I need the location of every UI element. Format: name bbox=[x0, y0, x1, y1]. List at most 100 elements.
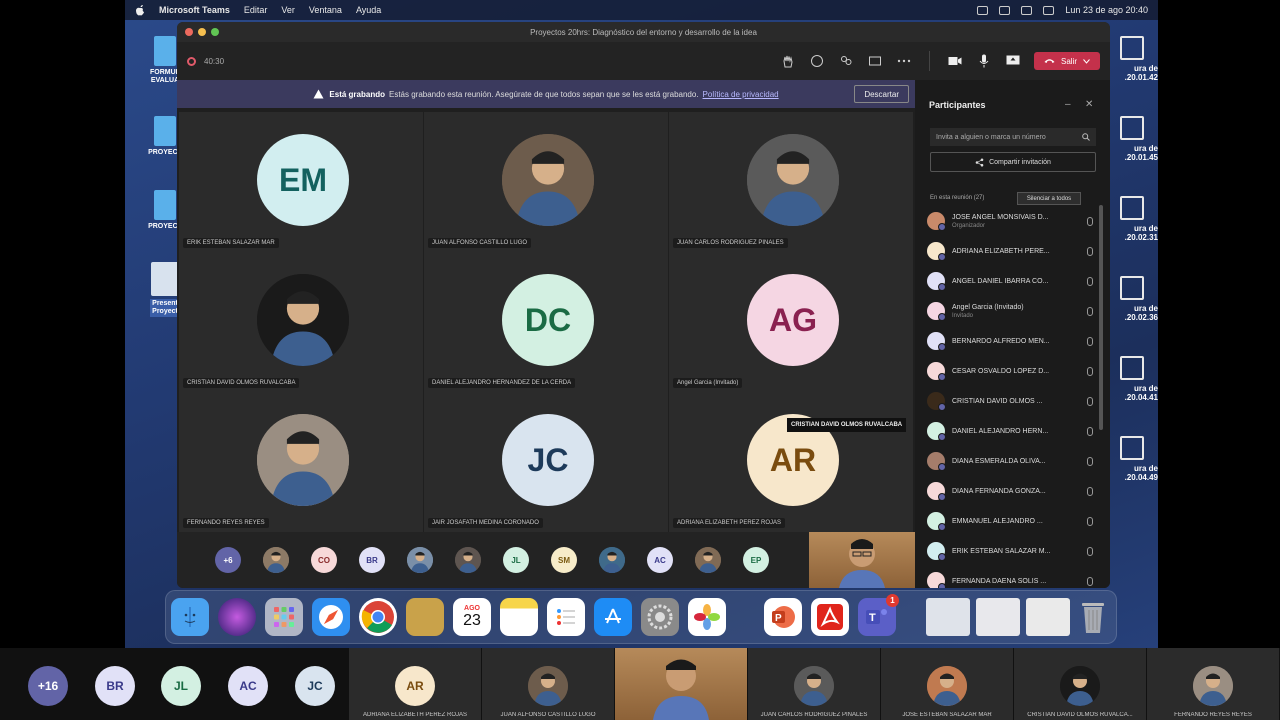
mute-all-button[interactable]: Silenciar a todos bbox=[1017, 192, 1081, 205]
video-tile[interactable]: JUAN CARLOS RODRIGUEZ PINALES bbox=[669, 112, 913, 252]
mic-muted-icon[interactable] bbox=[1087, 337, 1093, 346]
menu-view[interactable]: Ver bbox=[281, 5, 295, 15]
outer-video-tile[interactable]: JUAN CARLOS RODRIGUEZ PINALES bbox=[748, 648, 880, 720]
strip-photo-avatar[interactable] bbox=[407, 547, 433, 573]
privacy-policy-link[interactable]: Política de privacidad bbox=[703, 90, 779, 99]
raise-hand-button[interactable] bbox=[780, 54, 796, 68]
participant-row[interactable]: DANIEL ALEJANDRO HERN... bbox=[927, 416, 1095, 446]
video-tile[interactable]: AR ADRIANA ELIZABETH PEREZ ROJAS bbox=[669, 392, 913, 532]
share-invite-button[interactable]: Compartir invitación bbox=[930, 152, 1096, 172]
dock-safari[interactable] bbox=[312, 598, 350, 636]
participant-row[interactable]: EMMANUEL ALEJANDRO ... bbox=[927, 506, 1095, 536]
dock-photos[interactable] bbox=[688, 598, 726, 636]
control-center-icon[interactable] bbox=[1043, 5, 1055, 15]
dock-finder[interactable] bbox=[171, 598, 209, 636]
strip-photo-avatar[interactable] bbox=[599, 547, 625, 573]
dock-calendar[interactable]: AGO 23 bbox=[453, 598, 491, 636]
outer-avatar[interactable]: AC bbox=[228, 666, 268, 706]
outer-video-tile[interactable]: FERNANDO REYES REYES bbox=[1147, 648, 1279, 720]
participant-row[interactable]: ADRIANA ELIZABETH PERE... bbox=[927, 236, 1095, 266]
video-tile[interactable]: EM ERIK ESTEBAN SALAZAR MAR bbox=[179, 112, 423, 252]
outer-video-tile[interactable] bbox=[615, 648, 747, 720]
outer-video-tile[interactable]: JOSE ESTEBAN SALAZAR MAR bbox=[881, 648, 1013, 720]
dock-window-thumb-1[interactable] bbox=[926, 598, 970, 636]
outer-avatar[interactable]: JC bbox=[295, 666, 335, 706]
strip-avatar[interactable]: EP bbox=[743, 547, 769, 573]
outer-avatar[interactable]: BR bbox=[95, 666, 135, 706]
participant-row[interactable]: ANGEL DANIEL IBARRA CO... bbox=[927, 266, 1095, 296]
wifi-icon[interactable] bbox=[999, 5, 1011, 15]
mic-muted-icon[interactable] bbox=[1087, 307, 1093, 316]
mic-muted-icon[interactable] bbox=[1087, 427, 1093, 436]
dock-launchpad[interactable] bbox=[265, 598, 303, 636]
desktop-screenshot-6[interactable]: ura de .20.04.49 bbox=[1110, 436, 1158, 482]
desktop-screenshot-4[interactable]: ura de .20.02.36 bbox=[1110, 276, 1158, 322]
clock[interactable]: Lun 23 de ago 20:40 bbox=[1065, 5, 1148, 15]
participant-row[interactable]: CESAR OSVALDO LOPEZ D... bbox=[927, 356, 1095, 386]
strip-photo-avatar[interactable] bbox=[455, 547, 481, 573]
participant-row[interactable]: CRISTIAN DAVID OLMOS ... bbox=[927, 386, 1095, 416]
video-tile[interactable]: JUAN ALFONSO CASTILLO LUGO bbox=[424, 112, 668, 252]
self-video[interactable] bbox=[809, 532, 915, 588]
mic-muted-icon[interactable] bbox=[1087, 517, 1093, 526]
participant-row[interactable]: BERNARDO ALFREDO MEN... bbox=[927, 326, 1095, 356]
video-tile[interactable]: DC DANIEL ALEJANDRO HERNANDEZ DE LA CERDA bbox=[424, 252, 668, 392]
dock-system-preferences[interactable] bbox=[641, 598, 679, 636]
dock-acrobat[interactable] bbox=[811, 598, 849, 636]
mic-muted-icon[interactable] bbox=[1087, 457, 1093, 466]
strip-avatar[interactable]: +6 bbox=[215, 547, 241, 573]
strip-avatar[interactable]: BR bbox=[359, 547, 385, 573]
chat-button[interactable] bbox=[809, 54, 825, 68]
dock-window-thumb-3[interactable] bbox=[1026, 598, 1070, 636]
menu-app-name[interactable]: Microsoft Teams bbox=[159, 5, 230, 15]
strip-avatar[interactable]: AC bbox=[647, 547, 673, 573]
reactions-button[interactable] bbox=[838, 54, 854, 68]
mic-muted-icon[interactable] bbox=[1087, 217, 1093, 226]
video-tile[interactable]: FERNANDO REYES REYES bbox=[179, 392, 423, 532]
dismiss-button[interactable]: Descartar bbox=[854, 85, 909, 103]
participant-row[interactable]: DIANA FERNANDA GONZA... bbox=[927, 476, 1095, 506]
camera-button[interactable] bbox=[947, 54, 963, 68]
menu-help[interactable]: Ayuda bbox=[356, 5, 381, 15]
dock-window-thumb-2[interactable] bbox=[976, 598, 1020, 636]
outer-video-tile[interactable]: CRISTIAN DAVID OLMOS RUVALCA... bbox=[1014, 648, 1146, 720]
participant-row[interactable]: FERNANDA DAENA SOLIS ... bbox=[927, 566, 1095, 588]
dock-trash[interactable] bbox=[1076, 598, 1110, 636]
dock-app-gold[interactable] bbox=[406, 598, 444, 636]
outer-video-tile[interactable]: AR ADRIANA ELIZABETH PEREZ ROJAS bbox=[349, 648, 481, 720]
menu-window[interactable]: Ventana bbox=[309, 5, 342, 15]
mic-muted-icon[interactable] bbox=[1087, 277, 1093, 286]
outer-video-tile[interactable]: JUAN ALFONSO CASTILLO LUGO bbox=[482, 648, 614, 720]
mic-muted-icon[interactable] bbox=[1087, 397, 1093, 406]
invite-input[interactable]: Invita a alguien o marca un número bbox=[930, 128, 1096, 146]
leave-button[interactable]: Salir bbox=[1033, 52, 1100, 70]
more-actions-button[interactable] bbox=[896, 54, 912, 68]
outer-avatar[interactable]: +16 bbox=[28, 666, 68, 706]
desktop-screenshot-2[interactable]: ura de .20.01.45 bbox=[1110, 116, 1158, 162]
dock-notes[interactable] bbox=[500, 598, 538, 636]
outer-avatar[interactable]: JL bbox=[161, 666, 201, 706]
dock-powerpoint[interactable]: P bbox=[764, 598, 802, 636]
desktop-screenshot-1[interactable]: ura de .20.01.42 bbox=[1110, 36, 1158, 82]
apple-icon[interactable] bbox=[135, 4, 145, 16]
mic-muted-icon[interactable] bbox=[1087, 367, 1093, 376]
strip-avatar[interactable]: JL bbox=[503, 547, 529, 573]
search-icon[interactable] bbox=[1021, 5, 1033, 15]
desktop-screenshot-3[interactable]: ura de .20.02.31 bbox=[1110, 196, 1158, 242]
menu-edit[interactable]: Editar bbox=[244, 5, 268, 15]
participant-row[interactable]: JOSE ANGEL MONSIVAIS D... Organizador bbox=[927, 206, 1095, 236]
status-icon[interactable] bbox=[977, 5, 989, 15]
dock-reminders[interactable] bbox=[547, 598, 585, 636]
dock-teams[interactable]: T 1 bbox=[858, 594, 899, 636]
mic-muted-icon[interactable] bbox=[1087, 547, 1093, 556]
participant-row[interactable]: ERIK ESTEBAN SALAZAR M... bbox=[927, 536, 1095, 566]
microphone-button[interactable] bbox=[976, 54, 992, 68]
dock-app-store[interactable] bbox=[594, 598, 632, 636]
mic-muted-icon[interactable] bbox=[1087, 577, 1093, 586]
desktop-screenshot-5[interactable]: ura de .20.04.41 bbox=[1110, 356, 1158, 402]
close-panel-icon[interactable]: ✕ bbox=[1085, 99, 1093, 110]
scrollbar[interactable] bbox=[1099, 205, 1103, 430]
strip-photo-avatar[interactable] bbox=[695, 547, 721, 573]
dock-siri[interactable] bbox=[218, 598, 256, 636]
strip-avatar[interactable]: SM bbox=[551, 547, 577, 573]
